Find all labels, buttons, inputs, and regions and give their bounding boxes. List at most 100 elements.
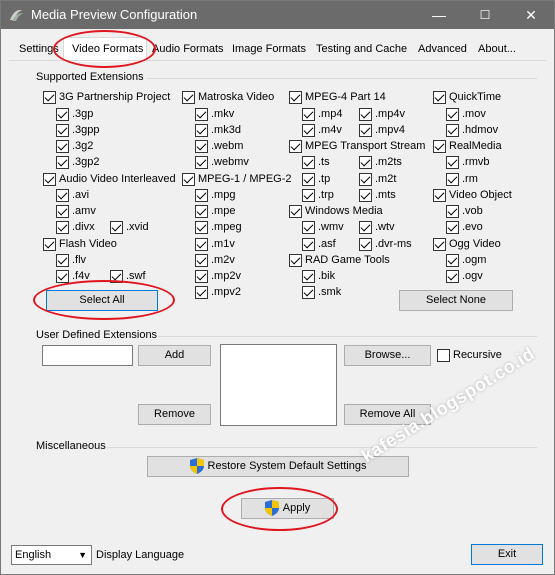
checkbox-box[interactable]: [359, 238, 372, 251]
checkbox-box[interactable]: [182, 173, 195, 186]
checkbox-mpeg-1-mpeg-2[interactable]: MPEG-1 / MPEG-2: [182, 173, 292, 187]
checkbox-box[interactable]: [359, 221, 372, 234]
checkbox-box[interactable]: [302, 189, 315, 202]
checkbox-mpeg-transport-stream[interactable]: MPEG Transport Stream: [289, 140, 425, 154]
checkbox-box[interactable]: [56, 270, 69, 283]
checkbox-m2t[interactable]: .m2t: [359, 173, 396, 187]
checkbox-mov[interactable]: .mov: [446, 108, 486, 122]
checkbox-3gp[interactable]: .3gp: [56, 108, 93, 122]
checkbox-dvr-ms[interactable]: .dvr-ms: [359, 238, 412, 252]
checkbox-box[interactable]: [302, 270, 315, 283]
checkbox-box[interactable]: [56, 140, 69, 153]
checkbox-box[interactable]: [302, 156, 315, 169]
checkbox-avi[interactable]: .avi: [56, 189, 89, 203]
checkbox-box[interactable]: [359, 173, 372, 186]
checkbox-ogv[interactable]: .ogv: [446, 270, 483, 284]
checkbox-box[interactable]: [446, 173, 459, 186]
checkbox-box[interactable]: [446, 221, 459, 234]
checkbox-box[interactable]: [110, 270, 123, 283]
checkbox-mpeg[interactable]: .mpeg: [195, 221, 242, 235]
checkbox-divx[interactable]: .divx: [56, 221, 95, 235]
checkbox-box[interactable]: [302, 173, 315, 186]
checkbox-box[interactable]: [195, 221, 208, 234]
checkbox-box[interactable]: [195, 238, 208, 251]
checkbox-box[interactable]: [302, 238, 315, 251]
checkbox-box[interactable]: [446, 254, 459, 267]
checkbox-matroska-video[interactable]: Matroska Video: [182, 91, 274, 105]
add-button[interactable]: Add: [138, 345, 211, 366]
checkbox-mpe[interactable]: .mpe: [195, 205, 235, 219]
checkbox-mp4v[interactable]: .mp4v: [359, 108, 405, 122]
checkbox-swf[interactable]: .swf: [110, 270, 146, 284]
checkbox-box[interactable]: [302, 108, 315, 121]
checkbox-webm[interactable]: .webm: [195, 140, 243, 154]
checkbox-rm[interactable]: .rm: [446, 173, 478, 187]
checkbox-box[interactable]: [446, 156, 459, 169]
checkbox-box[interactable]: [195, 140, 208, 153]
checkbox-rad-game-tools[interactable]: RAD Game Tools: [289, 254, 390, 268]
checkbox-box[interactable]: [195, 286, 208, 299]
tab-testing-and-cache[interactable]: Testing and Cache: [316, 43, 407, 55]
minimize-button[interactable]: —: [416, 1, 462, 29]
checkbox-box[interactable]: [195, 189, 208, 202]
checkbox-m2ts[interactable]: .m2ts: [359, 156, 402, 170]
checkbox-ogm[interactable]: .ogm: [446, 254, 486, 268]
checkbox-flash-video[interactable]: Flash Video: [43, 238, 117, 252]
checkbox-wmv[interactable]: .wmv: [302, 221, 344, 235]
checkbox-box[interactable]: [302, 286, 315, 299]
checkbox-box[interactable]: [43, 173, 56, 186]
checkbox-mpg[interactable]: .mpg: [195, 189, 235, 203]
checkbox-box[interactable]: [56, 124, 69, 137]
select-none-button[interactable]: Select None: [399, 290, 513, 311]
checkbox-ogg-video[interactable]: Ogg Video: [433, 238, 501, 252]
checkbox-3gpp[interactable]: .3gpp: [56, 124, 100, 138]
checkbox-flv[interactable]: .flv: [56, 254, 86, 268]
checkbox-3g-partnership-project[interactable]: 3G Partnership Project: [43, 91, 170, 105]
checkbox-box[interactable]: [289, 205, 302, 218]
browse-button[interactable]: Browse...: [344, 345, 431, 366]
checkbox-box[interactable]: [56, 205, 69, 218]
checkbox-box[interactable]: [359, 124, 372, 137]
checkbox-box[interactable]: [195, 205, 208, 218]
checkbox-box[interactable]: [56, 254, 69, 267]
tab-audio-formats[interactable]: Audio Formats: [152, 43, 224, 55]
checkbox-box[interactable]: [289, 254, 302, 267]
checkbox-box[interactable]: [43, 238, 56, 251]
checkbox-box[interactable]: [56, 221, 69, 234]
checkbox-mts[interactable]: .mts: [359, 189, 396, 203]
checkbox-box[interactable]: [433, 189, 446, 202]
checkbox-mpv2[interactable]: .mpv2: [195, 286, 241, 300]
checkbox-box[interactable]: [446, 124, 459, 137]
checkbox-box[interactable]: [359, 156, 372, 169]
title-bar[interactable]: Media Preview Configuration — ☐ ✕: [1, 1, 554, 29]
checkbox-hdmov[interactable]: .hdmov: [446, 124, 498, 138]
checkbox-box[interactable]: [43, 91, 56, 104]
checkbox-evo[interactable]: .evo: [446, 221, 483, 235]
checkbox-realmedia[interactable]: RealMedia: [433, 140, 502, 154]
checkbox-quicktime[interactable]: QuickTime: [433, 91, 501, 105]
checkbox-box[interactable]: [446, 270, 459, 283]
checkbox-box[interactable]: [195, 156, 208, 169]
checkbox-box[interactable]: [433, 238, 446, 251]
language-select[interactable]: English ▼: [11, 545, 92, 565]
remove-button[interactable]: Remove: [138, 404, 211, 425]
checkbox-box[interactable]: [182, 91, 195, 104]
tab-image-formats[interactable]: Image Formats: [232, 43, 306, 55]
checkbox-box[interactable]: [195, 108, 208, 121]
tab-about[interactable]: About...: [478, 43, 516, 55]
checkbox-rmvb[interactable]: .rmvb: [446, 156, 490, 170]
checkbox-box[interactable]: [302, 124, 315, 137]
checkbox-box[interactable]: [289, 91, 302, 104]
checkbox-tp[interactable]: .tp: [302, 173, 330, 187]
apply-button[interactable]: Apply: [241, 498, 334, 519]
close-button[interactable]: ✕: [508, 1, 554, 29]
checkbox-f4v[interactable]: .f4v: [56, 270, 90, 284]
checkbox-box[interactable]: [195, 254, 208, 267]
exit-button[interactable]: Exit: [471, 544, 543, 565]
checkbox-3g2[interactable]: .3g2: [56, 140, 93, 154]
checkbox-mkv[interactable]: .mkv: [195, 108, 234, 122]
checkbox-m2v[interactable]: .m2v: [195, 254, 235, 268]
select-all-button[interactable]: Select All: [46, 290, 158, 311]
checkbox-box[interactable]: [56, 189, 69, 202]
checkbox-video-object[interactable]: Video Object: [433, 189, 512, 203]
